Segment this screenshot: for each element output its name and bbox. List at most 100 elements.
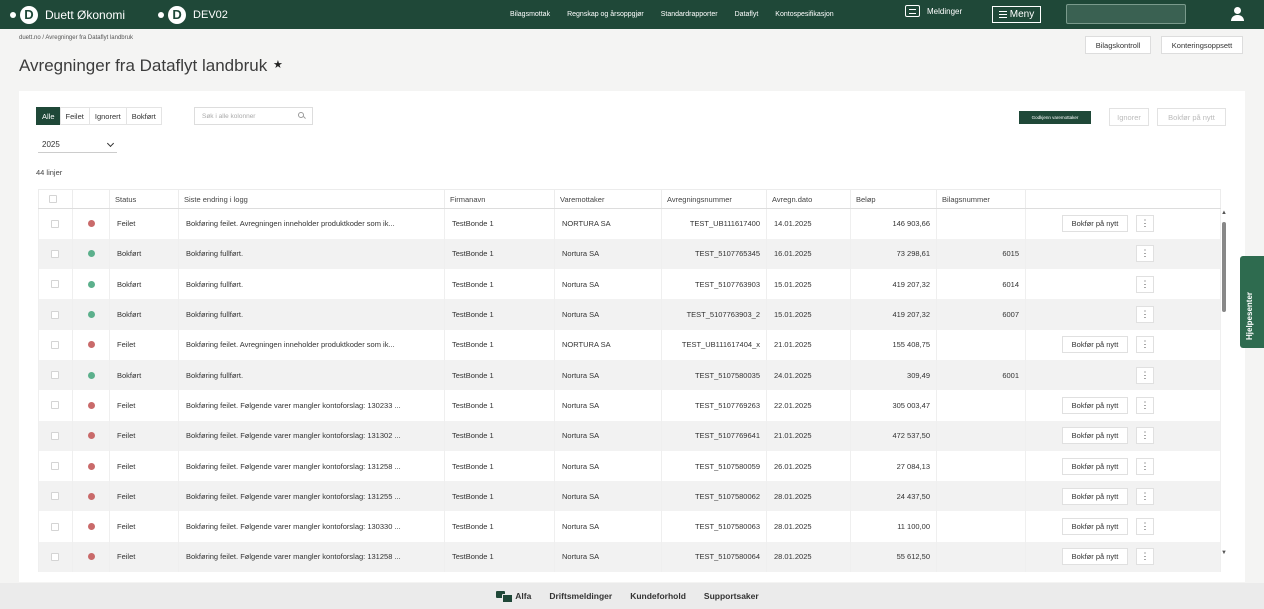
table-row[interactable]: Feilet Bokføring feilet. Følgende varer m… [38,541,1221,573]
konteringsoppsett-button[interactable]: Konteringsoppsett [1161,36,1243,54]
nav-dataflyt[interactable]: Dataflyt [735,11,759,18]
row-checkbox[interactable] [51,219,59,228]
row-checkbox[interactable] [51,552,59,561]
approve-receiver-button[interactable]: Godkjenn varemottaker [1019,111,1091,124]
more-options-icon[interactable]: ⋮ [1136,215,1154,233]
row-select-cell[interactable] [38,329,73,360]
more-options-icon[interactable]: ⋮ [1136,518,1154,536]
table-row[interactable]: Feilet Bokføring feilet. Avregningen inne… [38,329,1221,360]
rebook-button[interactable]: Bokfør på nytt [1062,457,1128,475]
rebook-button[interactable]: Bokfør på nytt [1062,215,1128,233]
row-select-cell[interactable] [38,269,73,300]
global-search-input[interactable] [1066,4,1186,24]
bilagskontroll-button[interactable]: Bilagskontroll [1085,36,1151,54]
ignore-button[interactable]: Ignorer [1109,108,1149,126]
filter-tab-feilet[interactable]: Feilet [59,107,90,125]
more-options-icon[interactable]: ⋮ [1136,366,1154,384]
rebook-all-button[interactable]: Bokfør på nytt [1157,108,1226,126]
table-scrollbar[interactable]: ▲ ▼ [1221,210,1227,558]
rebook-button[interactable]: Bokfør på nytt [1062,336,1128,354]
more-options-icon[interactable]: ⋮ [1136,306,1154,324]
scroll-down-icon[interactable]: ▼ [1221,550,1227,556]
table-search-input[interactable]: Søk i alle kolonner [194,107,313,125]
more-options-icon[interactable]: ⋮ [1136,336,1154,354]
more-options-icon[interactable]: ⋮ [1136,548,1154,566]
scroll-up-icon[interactable]: ▲ [1221,210,1227,216]
year-select[interactable]: 2025 [38,136,117,153]
table-row[interactable]: Feilet Bokføring feilet. Følgende varer m… [38,481,1221,512]
table-row[interactable]: Bokført Bokføring fullført. TestBonde 1 Nor… [38,238,1221,270]
more-options-icon[interactable]: ⋮ [1136,457,1154,475]
filter-tab-alle[interactable]: Alle [36,107,61,125]
row-checkbox[interactable] [51,371,59,380]
row-select-cell[interactable] [38,299,73,330]
rebook-button[interactable]: Bokfør på nytt [1062,548,1128,566]
select-all-header[interactable] [38,189,73,209]
table-row[interactable]: Feilet Bokføring feilet. Følgende varer m… [38,390,1221,421]
header-log[interactable]: Siste endring i logg [178,189,445,209]
more-options-icon[interactable]: ⋮ [1136,396,1154,414]
filter-tab-ignorert[interactable]: Ignorert [88,107,127,125]
rebook-button[interactable]: Bokfør på nytt [1062,487,1128,505]
table-row[interactable]: Bokført Bokføring fullført. TestBonde 1 Nor… [38,269,1221,300]
help-center-tab[interactable]: Hjelpesenter [1240,256,1264,348]
header-amount[interactable]: Beløp [850,189,937,209]
row-select-cell[interactable] [38,420,73,451]
row-checkbox[interactable] [51,310,59,319]
footer-driftsmeldinger[interactable]: Driftsmeldinger [549,591,612,601]
more-options-icon[interactable]: ⋮ [1136,427,1154,445]
row-checkbox[interactable] [51,280,59,289]
footer-kundeforhold[interactable]: Kundeforhold [630,591,686,601]
header-company[interactable]: Firmanavn [444,189,555,209]
more-options-icon[interactable]: ⋮ [1136,275,1154,293]
filter-tab-bokfort[interactable]: Bokført [125,107,162,125]
footer-supportsaker[interactable]: Supportsaker [704,591,759,601]
nav-kontospesifikasjon[interactable]: Kontospesifikasjon [775,11,833,18]
rebook-button[interactable]: Bokfør på nytt [1062,518,1128,536]
app-brand[interactable]: D Duett Økonomi [10,5,125,24]
table-row[interactable]: Feilet Bokføring feilet. Følgende varer m… [38,511,1221,542]
header-status[interactable]: Status [109,189,179,209]
nav-regnskap[interactable]: Regnskap og årsoppgjør [567,11,644,18]
user-icon[interactable] [1230,7,1244,21]
row-checkbox[interactable] [51,462,59,471]
nav-bilagsmottak[interactable]: Bilagsmottak [510,11,550,18]
select-all-checkbox[interactable] [49,195,57,203]
table-row[interactable]: Feilet Bokføring feilet. Følgende varer m… [38,450,1221,482]
table-row[interactable]: Bokført Bokføring fullført. TestBonde 1 Nor… [38,359,1221,391]
environment-selector[interactable]: D DEV02 [158,5,228,24]
row-select-cell[interactable] [38,481,73,512]
more-options-icon[interactable]: ⋮ [1136,487,1154,505]
row-checkbox[interactable] [51,431,59,440]
table-row[interactable]: Feilet Bokføring feilet. Avregningen inne… [38,208,1221,239]
row-checkbox[interactable] [51,492,59,501]
menu-button[interactable]: Meny [992,6,1041,23]
table-row[interactable]: Feilet Bokføring feilet. Følgende varer m… [38,420,1221,451]
more-options-icon[interactable]: ⋮ [1136,245,1154,263]
breadcrumb[interactable]: duett.no / Avregninger fra Dataflyt land… [19,35,133,41]
row-select-cell[interactable] [38,359,73,391]
row-select-cell[interactable] [38,541,73,573]
header-voucher[interactable]: Bilagsnummer [936,189,1026,209]
messages-button[interactable]: Meldinger [905,5,962,17]
header-receiver[interactable]: Varemottaker [554,189,662,209]
favorite-star-icon[interactable]: ★ [273,58,283,71]
row-checkbox[interactable] [51,340,59,349]
nav-standardrapporter[interactable]: Standardrapporter [661,11,718,18]
row-checkbox[interactable] [51,249,59,258]
row-select-cell[interactable] [38,238,73,270]
row-select-cell[interactable] [38,390,73,421]
scroll-thumb[interactable] [1222,222,1226,312]
row-actions-cell: Bokfør på nytt ⋮ [1025,511,1221,542]
rebook-button[interactable]: Bokfør på nytt [1062,427,1128,445]
footer-alfa[interactable]: Alfa [515,591,531,601]
row-checkbox[interactable] [51,522,59,531]
table-row[interactable]: Bokført Bokføring fullført. TestBonde 1 Nor… [38,299,1221,330]
header-number[interactable]: Avregningsnummer [661,189,767,209]
row-select-cell[interactable] [38,450,73,482]
row-select-cell[interactable] [38,511,73,542]
row-select-cell[interactable] [38,208,73,239]
header-date[interactable]: Avregn.dato [766,189,851,209]
row-checkbox[interactable] [51,401,59,410]
rebook-button[interactable]: Bokfør på nytt [1062,396,1128,414]
